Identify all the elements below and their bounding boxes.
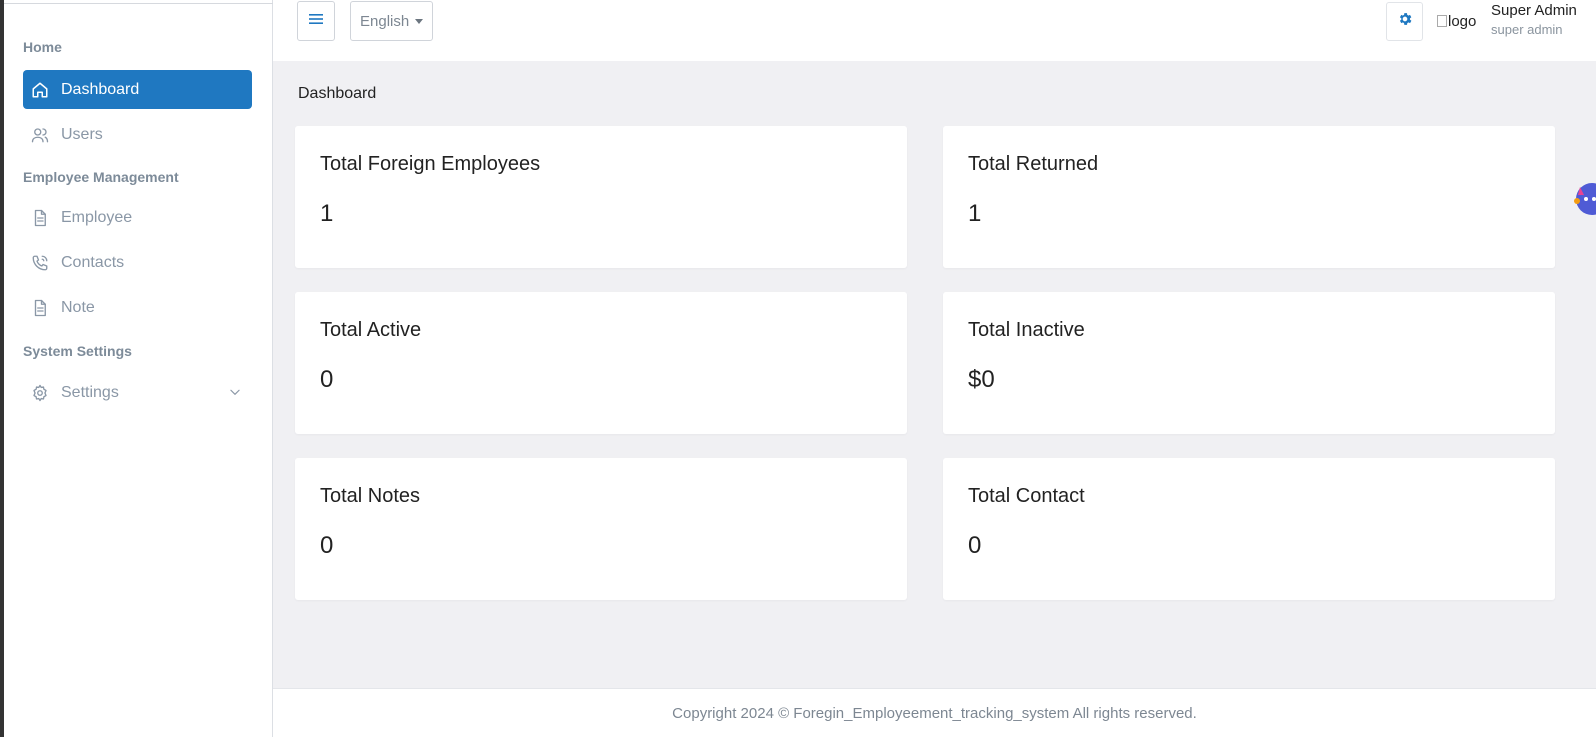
- avatar[interactable]: logo: [1437, 11, 1483, 31]
- stat-card-value: 0: [320, 532, 334, 559]
- stat-card-title: Total Notes: [320, 485, 421, 507]
- sidebar-section-home: Home: [23, 39, 62, 55]
- sidebar: Home Dashboard Users Employee Management…: [4, 0, 273, 737]
- gear-icon: [31, 384, 49, 402]
- phone-icon: [31, 254, 49, 272]
- stat-card-title: Total Returned: [968, 153, 1099, 175]
- sidebar-item-settings[interactable]: Settings: [23, 373, 252, 412]
- stat-card-total-returned: Total Returned 1: [943, 126, 1555, 268]
- caret-down-icon: [415, 19, 423, 24]
- stat-card-value: 1: [968, 200, 982, 227]
- settings-button[interactable]: [1386, 2, 1423, 41]
- sidebar-item-label: Contacts: [61, 253, 125, 271]
- sidebar-section-system-settings: System Settings: [23, 343, 132, 359]
- avatar-alt-text: logo: [1448, 12, 1477, 30]
- chat-assistant-icon[interactable]: [1572, 179, 1596, 219]
- document-icon: [31, 209, 49, 227]
- language-select[interactable]: English: [350, 1, 433, 41]
- sidebar-item-label: Dashboard: [61, 80, 140, 98]
- stat-card-total-foreign-employees: Total Foreign Employees 1: [295, 126, 907, 268]
- sidebar-section-employee-management: Employee Management: [23, 169, 179, 185]
- footer-copyright: Copyright 2024 © Foregin_Employeement_tr…: [672, 704, 1197, 722]
- stat-card-title: Total Inactive: [968, 319, 1085, 341]
- sidebar-item-contacts[interactable]: Contacts: [23, 243, 252, 282]
- sidebar-item-users[interactable]: Users: [23, 115, 252, 154]
- sidebar-item-employee[interactable]: Employee: [23, 198, 252, 237]
- sidebar-item-label: Settings: [61, 383, 119, 401]
- hamburger-icon: [309, 12, 323, 30]
- sidebar-item-label: Users: [61, 125, 103, 143]
- broken-image-icon: [1437, 15, 1447, 27]
- sidebar-item-label: Note: [61, 298, 95, 316]
- stat-card-value: $0: [968, 366, 995, 393]
- stat-card-total-active: Total Active 0: [295, 292, 907, 434]
- user-name[interactable]: Super Admin: [1491, 2, 1577, 19]
- page-title: Dashboard: [298, 85, 377, 102]
- language-select-value: English: [360, 12, 410, 30]
- sidebar-divider: [4, 3, 273, 4]
- stat-card-total-inactive: Total Inactive $0: [943, 292, 1555, 434]
- chevron-down-icon: [228, 385, 242, 399]
- stat-card-value: 0: [320, 366, 334, 393]
- stat-card-total-contact: Total Contact 0: [943, 458, 1555, 600]
- document-icon: [31, 299, 49, 317]
- stat-card-title: Total Contact: [968, 485, 1085, 507]
- gear-icon: [1397, 11, 1413, 32]
- stat-card-title: Total Active: [320, 319, 422, 341]
- user-role: super admin: [1491, 22, 1563, 37]
- stat-card-title: Total Foreign Employees: [320, 153, 541, 175]
- footer: Copyright 2024 © Foregin_Employeement_tr…: [273, 688, 1596, 737]
- stat-card-total-notes: Total Notes 0: [295, 458, 907, 600]
- topbar: English logo Super Admin super admin: [273, 0, 1596, 61]
- sidebar-item-label: Employee: [61, 208, 133, 226]
- sidebar-item-dashboard[interactable]: Dashboard: [23, 70, 252, 109]
- main-content: Dashboard Total Foreign Employees 1 Tota…: [273, 61, 1596, 688]
- stat-card-value: 1: [320, 200, 334, 227]
- home-icon: [31, 81, 49, 99]
- stat-card-value: 0: [968, 532, 982, 559]
- menu-toggle-button[interactable]: [297, 1, 335, 41]
- sidebar-item-note[interactable]: Note: [23, 288, 252, 327]
- users-icon: [31, 126, 49, 144]
